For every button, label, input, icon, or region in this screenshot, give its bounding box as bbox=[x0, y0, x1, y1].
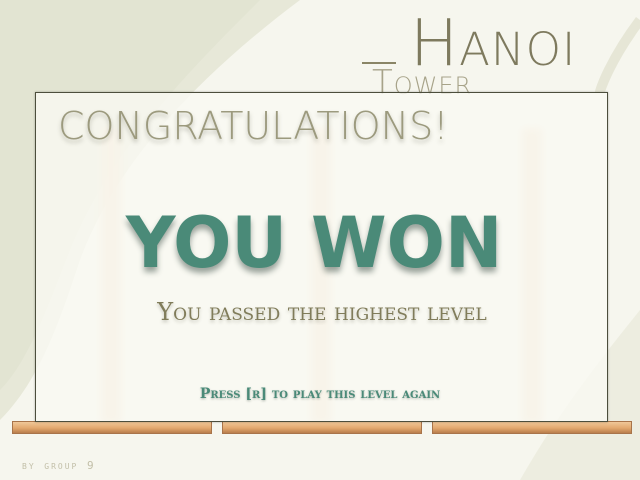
peg-base-left bbox=[12, 421, 212, 434]
game-title-hanoi: Hanoi bbox=[410, 7, 577, 81]
you-won-headline: YOU WON bbox=[0, 202, 640, 284]
win-subtitle-text: You passed the highest level bbox=[157, 298, 487, 326]
credit-footer: by group 9 bbox=[22, 459, 96, 472]
replay-prompt: Press [r] to play this level again bbox=[199, 386, 441, 402]
congratulations-heading: CONGRATULATIONS! bbox=[58, 104, 449, 148]
win-subtitle: You passed the highest level bbox=[0, 298, 640, 326]
peg-base-middle bbox=[222, 421, 422, 434]
peg-base-right bbox=[432, 421, 632, 434]
you-won-text: YOU WON bbox=[125, 202, 503, 284]
